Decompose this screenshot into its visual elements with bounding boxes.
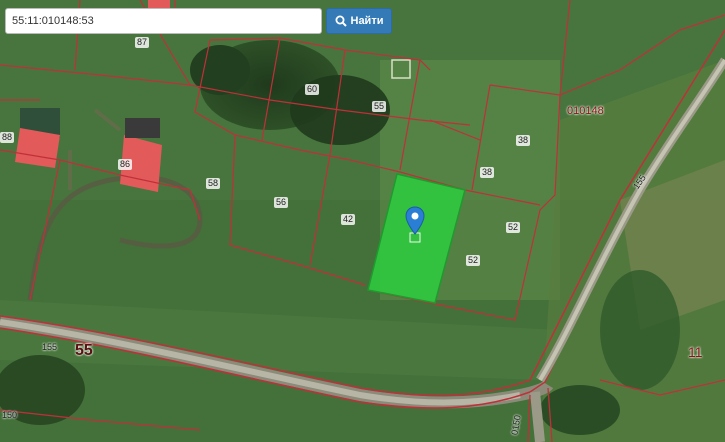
quarter-label: 010148 xyxy=(567,105,604,117)
satellite-map[interactable] xyxy=(0,0,725,442)
parcel-label: 56 xyxy=(274,197,289,208)
road-label: 150 xyxy=(2,410,18,420)
parcel-label: 60 xyxy=(305,84,320,95)
parcel-label: 88 xyxy=(0,132,15,143)
parcel-label: 38 xyxy=(480,167,495,178)
parcel-label: 55 xyxy=(372,101,387,112)
region-label: 11 xyxy=(688,344,703,360)
parcel-label: 87 xyxy=(135,37,150,48)
parcel-label: 86 xyxy=(118,159,133,170)
map-marker-icon[interactable] xyxy=(405,206,425,244)
search-icon xyxy=(335,15,347,27)
parcel-label: 52 xyxy=(506,222,521,233)
search-button[interactable]: Найти xyxy=(326,8,392,34)
district-label: 55 xyxy=(75,342,93,359)
parcel-label: 38 xyxy=(516,135,531,146)
cadastral-search-input[interactable] xyxy=(5,8,322,34)
parcel-label: 42 xyxy=(341,214,356,225)
parcel-label: 58 xyxy=(206,178,221,189)
parcel-label: 52 xyxy=(466,255,481,266)
road-label: 155 xyxy=(42,342,58,352)
search-button-label: Найти xyxy=(350,15,384,27)
